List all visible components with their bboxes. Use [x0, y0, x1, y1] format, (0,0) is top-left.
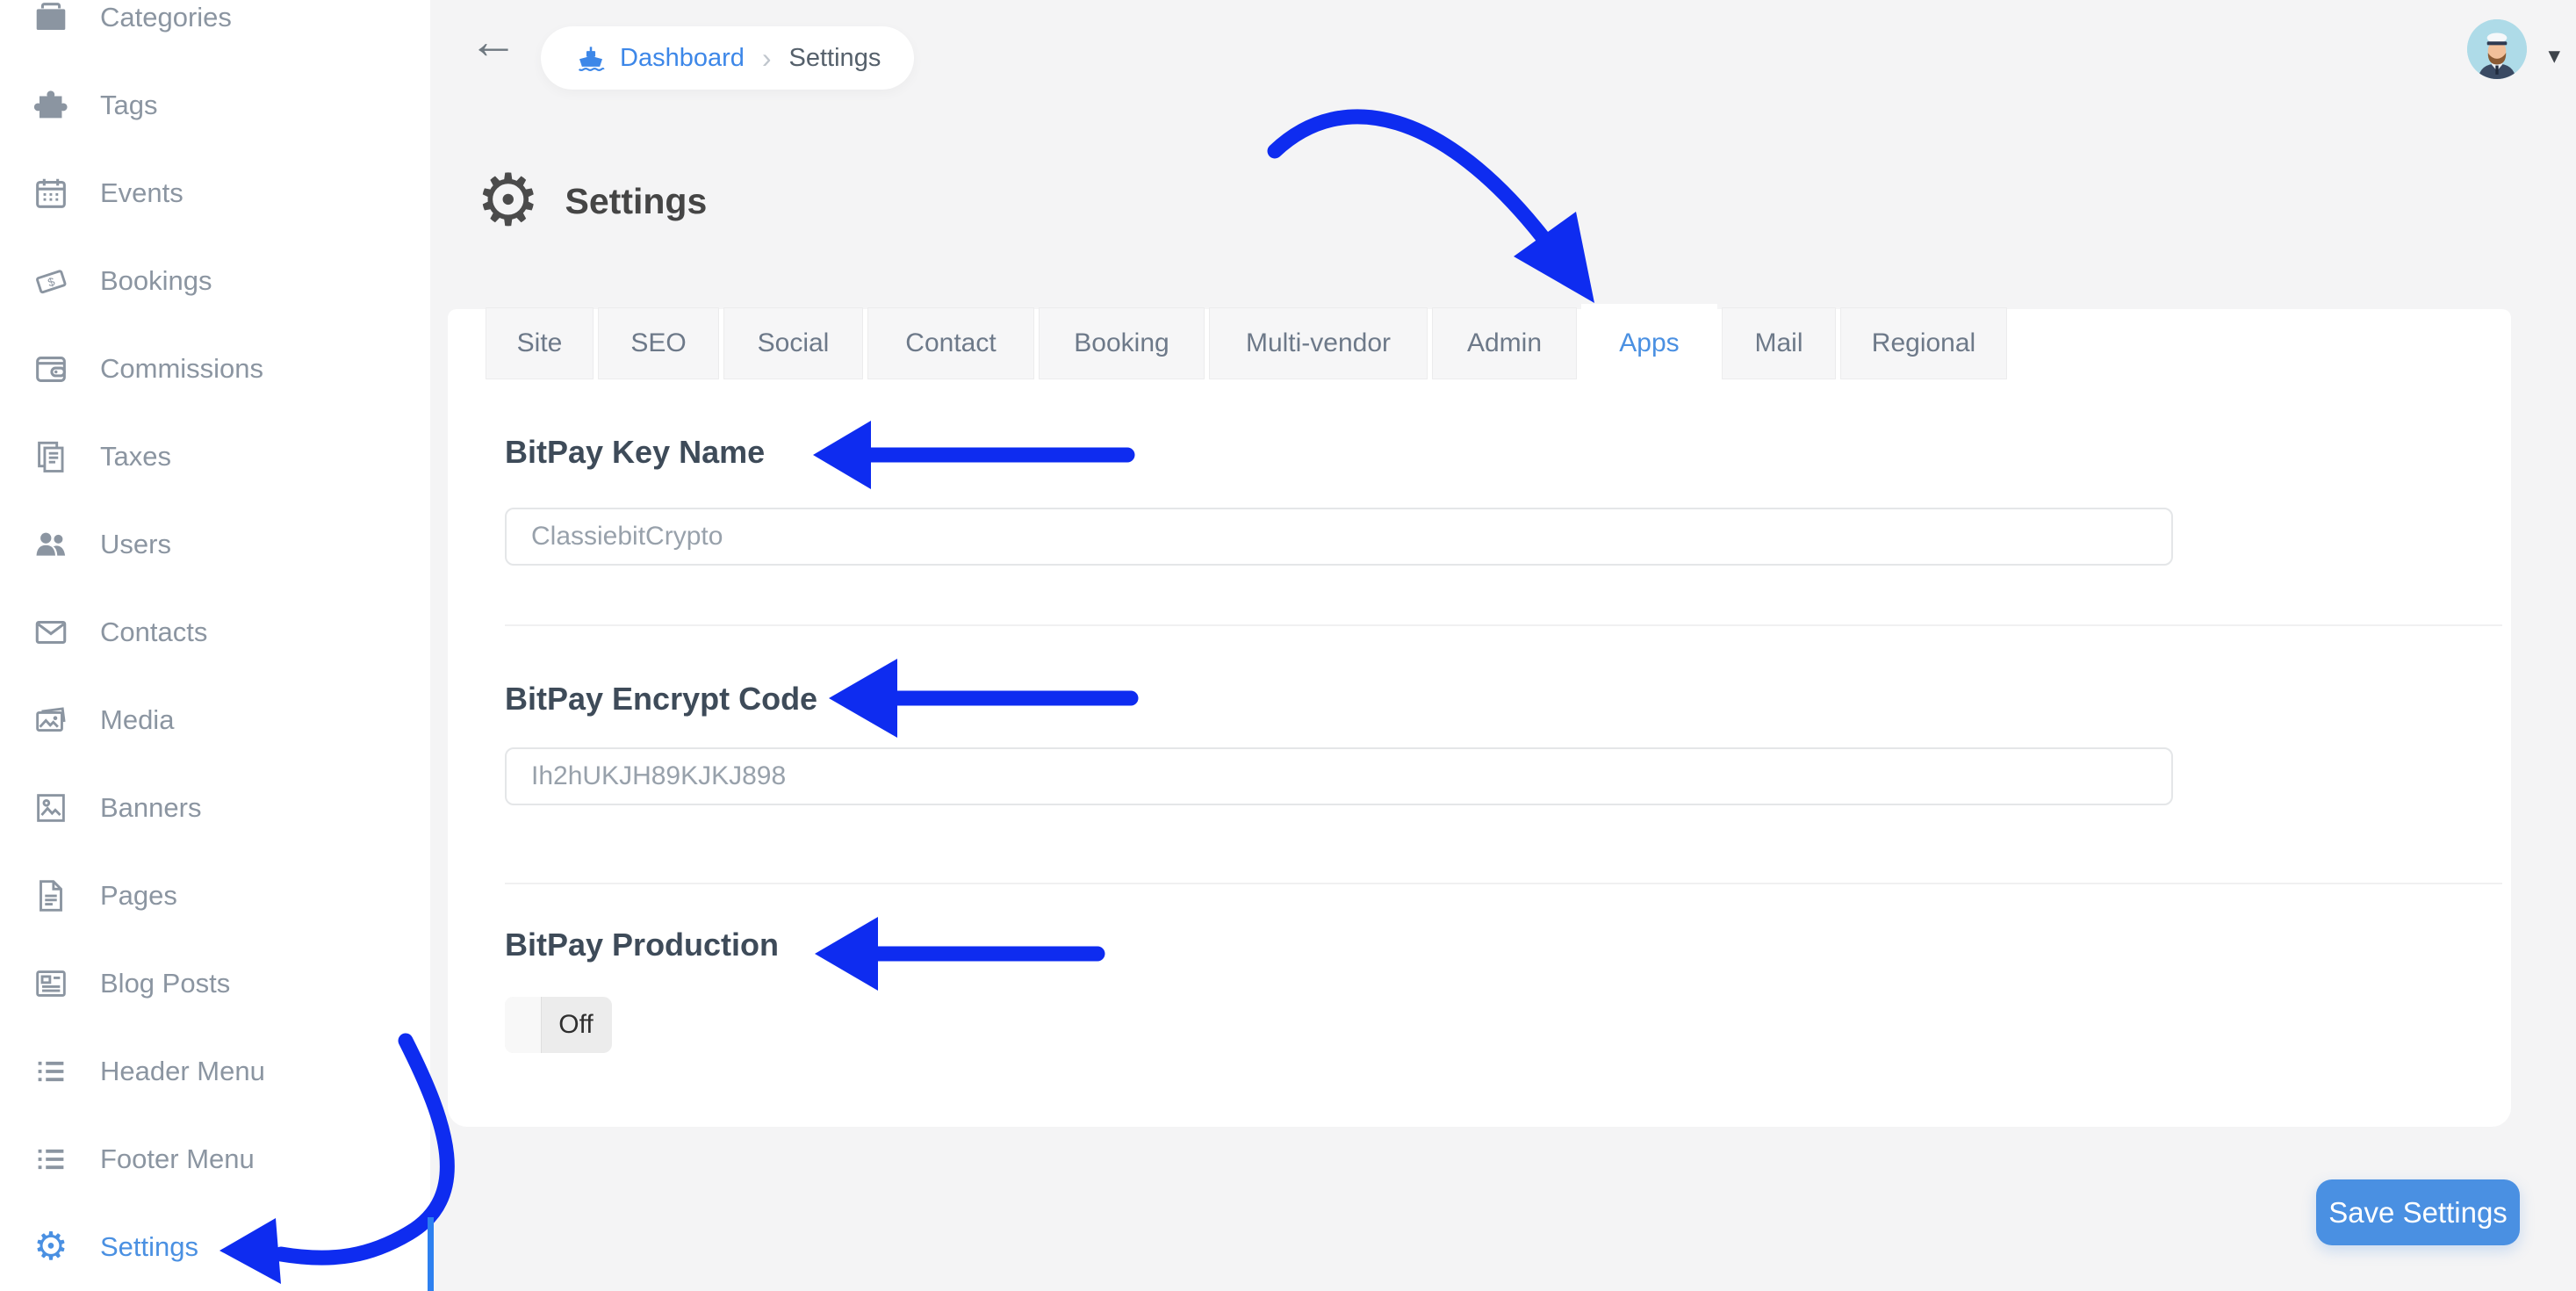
tab-contact[interactable]: Contact — [867, 307, 1034, 379]
gear-icon: ⚙ — [28, 1225, 74, 1269]
divider — [505, 624, 2502, 626]
bitpay-key-name-input[interactable] — [505, 508, 2173, 566]
toggle-handle — [505, 997, 542, 1053]
chevron-right-icon: › — [762, 42, 772, 75]
sidebar-item-pages[interactable]: Pages — [0, 852, 430, 940]
documents-icon — [28, 435, 74, 479]
users-icon — [28, 523, 74, 566]
sidebar-item-label: Pages — [100, 880, 177, 912]
page-title-text: Settings — [565, 181, 708, 222]
sidebar-item-label: Taxes — [100, 441, 171, 472]
caret-down-icon[interactable]: ▾ — [2548, 42, 2560, 69]
sidebar-item-footer-menu[interactable]: Footer Menu — [0, 1115, 430, 1203]
sidebar-item-label: Bookings — [100, 265, 212, 297]
field-label-bitpay-production: BitPay Production — [505, 927, 779, 963]
list-icon — [28, 1049, 74, 1093]
sidebar-item-tags[interactable]: Tags — [0, 61, 430, 149]
sidebar-item-label: Footer Menu — [100, 1143, 255, 1175]
tab-multi-vendor[interactable]: Multi-vendor — [1209, 307, 1428, 379]
sidebar-item-events[interactable]: Events — [0, 149, 430, 237]
calendar-icon — [28, 171, 74, 215]
breadcrumb-link-dashboard[interactable]: Dashboard — [620, 44, 745, 73]
sidebar: Categories Tags Events $ Bookings Commis… — [0, 0, 430, 1291]
divider — [505, 883, 2502, 884]
sidebar-item-header-menu[interactable]: Header Menu — [0, 1028, 430, 1115]
tab-regional[interactable]: Regional — [1840, 307, 2007, 379]
sidebar-item-blog-posts[interactable]: Blog Posts — [0, 940, 430, 1028]
settings-card: BitPay Key Name BitPay Encrypt Code BitP… — [448, 309, 2511, 1127]
wallet-icon — [28, 347, 74, 391]
sidebar-item-settings[interactable]: ⚙ Settings — [0, 1203, 430, 1291]
toggle-state-label: Off — [558, 1010, 593, 1040]
tab-admin[interactable]: Admin — [1432, 307, 1577, 379]
main-content: ← Dashboard › Settings ▾ ⚙ Settings BitP… — [430, 0, 2576, 1291]
sidebar-item-label: Media — [100, 704, 174, 736]
sidebar-item-commissions[interactable]: Commissions — [0, 325, 430, 413]
sidebar-nav-list: Categories Tags Events $ Bookings Commis… — [0, 0, 430, 1291]
sidebar-item-label: Banners — [100, 792, 201, 824]
sidebar-item-label: Header Menu — [100, 1056, 265, 1087]
field-label-bitpay-key-name: BitPay Key Name — [505, 434, 765, 471]
tab-booking[interactable]: Booking — [1039, 307, 1205, 379]
svg-text:$: $ — [47, 275, 57, 290]
sidebar-item-label: Commissions — [100, 353, 263, 385]
back-arrow-icon[interactable]: ← — [469, 12, 518, 69]
bitpay-encrypt-code-input[interactable] — [505, 747, 2173, 805]
list-icon — [28, 1137, 74, 1181]
sidebar-item-label: Categories — [100, 2, 232, 33]
sidebar-item-users[interactable]: Users — [0, 501, 430, 588]
sidebar-item-categories[interactable]: Categories — [0, 0, 430, 61]
bitpay-production-toggle[interactable]: Off — [505, 997, 612, 1053]
folder-icon — [28, 0, 74, 40]
ticket-icon: $ — [28, 259, 74, 303]
sidebar-item-banners[interactable]: Banners — [0, 764, 430, 852]
tab-social[interactable]: Social — [723, 307, 863, 379]
sidebar-item-label: Events — [100, 177, 183, 209]
tab-mail[interactable]: Mail — [1722, 307, 1836, 379]
sidebar-item-label: Settings — [100, 1231, 198, 1263]
user-avatar[interactable] — [2467, 19, 2527, 79]
puzzle-icon — [28, 83, 74, 127]
blog-icon — [28, 962, 74, 1006]
settings-tabs: Site SEO Social Contact Booking Multi-ve… — [486, 307, 2007, 383]
sidebar-item-media[interactable]: Media — [0, 676, 430, 764]
sidebar-item-label: Tags — [100, 90, 157, 121]
sidebar-item-label: Contacts — [100, 617, 207, 648]
tab-seo[interactable]: SEO — [598, 307, 719, 379]
sidebar-item-label: Users — [100, 529, 171, 560]
ship-icon — [574, 41, 608, 75]
envelope-icon — [28, 610, 74, 654]
sidebar-item-taxes[interactable]: Taxes — [0, 413, 430, 501]
banner-icon — [28, 786, 74, 830]
breadcrumb-current: Settings — [789, 44, 881, 73]
sidebar-item-label: Blog Posts — [100, 968, 230, 999]
breadcrumb: Dashboard › Settings — [541, 26, 914, 90]
page-icon — [28, 874, 74, 918]
sidebar-active-indicator — [428, 1217, 434, 1291]
page-title: ⚙ Settings — [476, 165, 707, 237]
media-icon — [28, 698, 74, 742]
tab-apps[interactable]: Apps — [1581, 304, 1717, 383]
gear-icon: ⚙ — [476, 165, 541, 237]
save-settings-button[interactable]: Save Settings — [2316, 1179, 2520, 1245]
sidebar-item-contacts[interactable]: Contacts — [0, 588, 430, 676]
field-label-bitpay-encrypt-code: BitPay Encrypt Code — [505, 681, 817, 718]
sidebar-item-bookings[interactable]: $ Bookings — [0, 237, 430, 325]
tab-site[interactable]: Site — [486, 307, 594, 379]
